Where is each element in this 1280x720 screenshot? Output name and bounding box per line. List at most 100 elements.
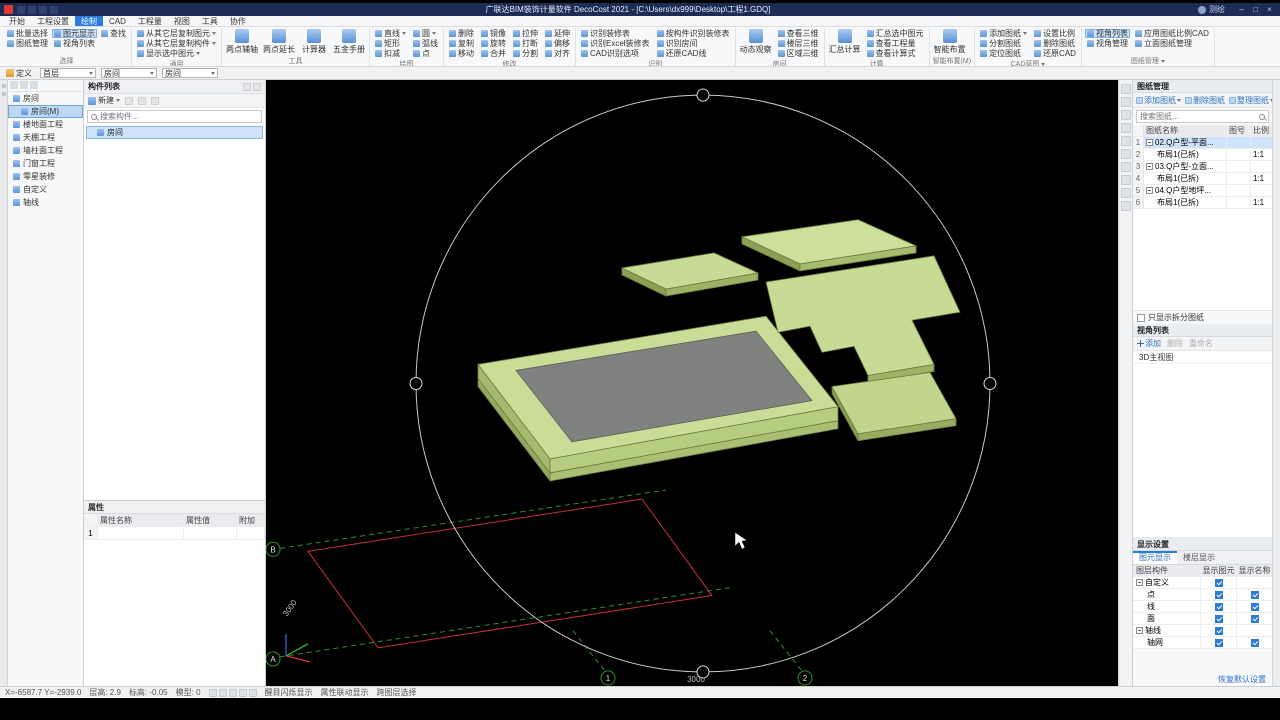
sheet-row[interactable]: 4 布局1(已拆) 1:1 (1133, 173, 1272, 185)
display-row[interactable]: 线 (1133, 601, 1272, 613)
filter-icon[interactable] (151, 96, 159, 105)
tree-item-custom[interactable]: 自定义 (8, 183, 83, 196)
elevation-sheet-manager-button[interactable]: 立面图纸管理 (1133, 39, 1211, 48)
view-list-button[interactable]: 视角列表 (1084, 29, 1130, 38)
find-button[interactable]: 查找 (99, 29, 128, 38)
tree-item-room[interactable]: 房间 (8, 92, 83, 105)
cross-layer-select-toggle[interactable]: 跨图层选择 (377, 687, 417, 698)
view-item[interactable]: 3D主视图 (1133, 351, 1272, 364)
fit-view-icon[interactable] (1120, 136, 1131, 146)
customize-toolbar-icon[interactable] (50, 5, 58, 14)
close-button[interactable]: × (1263, 4, 1276, 15)
add-sheet-button[interactable]: 添加图纸 (978, 29, 1029, 38)
summary-calculate-button[interactable]: 汇总计算 (828, 29, 862, 55)
pan-icon[interactable] (1120, 110, 1131, 120)
summarize-selected-button[interactable]: 汇总选中图元 (865, 29, 926, 38)
subtract-button[interactable]: 扣减 (373, 49, 408, 58)
sheet-row[interactable]: 5 04.Q户型地坪... (1133, 185, 1272, 197)
recognize-by-component-button[interactable]: 按构件识别装修表 (655, 29, 732, 38)
sheet-search-input[interactable] (1140, 112, 1256, 121)
maximize-button[interactable]: □ (1249, 4, 1262, 15)
checkbox-icon[interactable] (1214, 590, 1223, 599)
copy-from-other-floor-elements-button[interactable]: 从其它层复制图元 (135, 29, 218, 38)
orbit-icon[interactable] (1120, 123, 1131, 133)
cad-recognize-options-button[interactable]: CAD识别选项 (579, 49, 652, 58)
pin-icon[interactable] (243, 82, 251, 91)
tab-start[interactable]: 开始 (3, 16, 31, 26)
property-row[interactable]: 1 (84, 527, 265, 540)
checkbox-icon[interactable] (1214, 626, 1223, 635)
define-button[interactable]: 定义 (3, 68, 35, 79)
copy-button[interactable]: 复制 (447, 39, 476, 48)
snap-midpoint-icon[interactable] (218, 688, 227, 697)
rectangle-button[interactable]: 矩形 (373, 39, 408, 48)
view-quantity-button[interactable]: 查看工程量 (865, 39, 926, 48)
tree-item-floor-works[interactable]: 楼地面工程 (8, 118, 83, 131)
display-row[interactable]: 轴网 (1133, 637, 1272, 649)
fullscreen-icon[interactable] (1120, 201, 1131, 211)
component-search[interactable] (87, 110, 262, 123)
checkbox-icon[interactable] (1137, 313, 1145, 322)
display-row[interactable]: 点 (1133, 589, 1272, 601)
locate-sheet-button[interactable]: 定位图纸 (978, 49, 1029, 58)
delete-view-button[interactable]: 删除 (1167, 338, 1183, 349)
sheet-row[interactable]: 2 布局1(已拆) 1:1 (1133, 149, 1272, 161)
close-icon[interactable] (253, 82, 261, 91)
display-row[interactable]: 面 (1133, 613, 1272, 625)
section-icon[interactable] (1120, 188, 1131, 198)
tab-quantity[interactable]: 工程量 (132, 16, 168, 26)
refresh-icon[interactable] (30, 81, 38, 89)
organize-sheet-button[interactable]: 整理图纸 (1229, 95, 1274, 106)
floor-select[interactable]: 首层 (40, 68, 96, 78)
merge-button[interactable]: 合并 (479, 49, 508, 58)
collapse-icon[interactable] (1146, 139, 1153, 146)
delete-button[interactable]: 删除 (447, 29, 476, 38)
collapse-icon[interactable] (1136, 579, 1143, 586)
point-button[interactable]: 点 (411, 49, 440, 58)
minimize-button[interactable]: – (1235, 4, 1248, 15)
delete-sheet-button[interactable]: 删除图纸 (1185, 95, 1225, 106)
user-account[interactable]: 测绘 (1198, 4, 1225, 15)
rotate-button[interactable]: 旋转 (479, 39, 508, 48)
recognize-finish-table-button[interactable]: 识别装修表 (579, 29, 652, 38)
align-button[interactable]: 对齐 (543, 49, 572, 58)
tab-project-settings[interactable]: 工程设置 (31, 16, 75, 26)
checkbox-icon[interactable] (1250, 614, 1259, 623)
calculator-button[interactable]: 计算器 (299, 29, 329, 55)
tree-item-ceiling-works[interactable]: 天棚工程 (8, 131, 83, 144)
component-select[interactable]: 房间 (162, 68, 218, 78)
new-component-button[interactable]: 新建 (88, 95, 120, 106)
mirror-button[interactable]: 镜像 (479, 29, 508, 38)
expand-all-icon[interactable] (10, 81, 18, 89)
panel-collapse-icon[interactable] (1, 84, 6, 88)
view-formula-button[interactable]: 查看计算式 (865, 49, 926, 58)
checkbox-icon[interactable] (1214, 638, 1223, 647)
reset-default-button[interactable]: 恢复默认设置 (1133, 672, 1272, 686)
show-selected-elements-button[interactable]: 显示选中图元 (135, 49, 218, 58)
apply-sheet-scale-button[interactable]: 应用图纸比例CAD (1133, 29, 1211, 38)
viewport-3d[interactable]: B A 1 2 3000 3000 (266, 80, 1118, 686)
tree-item-door-window-works[interactable]: 门窗工程 (8, 157, 83, 170)
right-scrollbar[interactable] (1272, 80, 1280, 686)
stretch-button[interactable]: 拉伸 (511, 29, 540, 38)
snap-endpoint-icon[interactable] (228, 688, 237, 697)
collapse-all-icon[interactable] (20, 81, 28, 89)
tree-item-misc-finish[interactable]: 零星装修 (8, 170, 83, 183)
sheet-manager-toggle[interactable]: 图纸管理 (5, 39, 50, 48)
checkbox-icon[interactable] (1250, 590, 1259, 599)
two-point-auxiliary-axis-button[interactable]: 两点辅轴 (225, 29, 259, 55)
rename-view-button[interactable]: 重命名 (1189, 338, 1213, 349)
undo-icon[interactable] (28, 5, 36, 14)
tree-item-room-m[interactable]: 房间(M) (8, 105, 83, 118)
property-link-toggle[interactable]: 属性联动显示 (321, 687, 369, 698)
arc-button[interactable]: 弧线 (411, 39, 440, 48)
collapse-icon[interactable] (1146, 163, 1153, 170)
region-3d-button[interactable]: 区域三维 (776, 49, 821, 58)
tab-cad[interactable]: CAD (103, 16, 132, 26)
split-button[interactable]: 分割 (511, 49, 540, 58)
view-list-toggle[interactable]: 视角列表 (52, 39, 97, 48)
sheet-search[interactable] (1136, 110, 1269, 123)
recognize-excel-table-button[interactable]: 识别Excel装修表 (579, 39, 652, 48)
checkbox-icon[interactable] (1214, 602, 1223, 611)
add-view-button[interactable]: 添加 (1137, 338, 1161, 349)
